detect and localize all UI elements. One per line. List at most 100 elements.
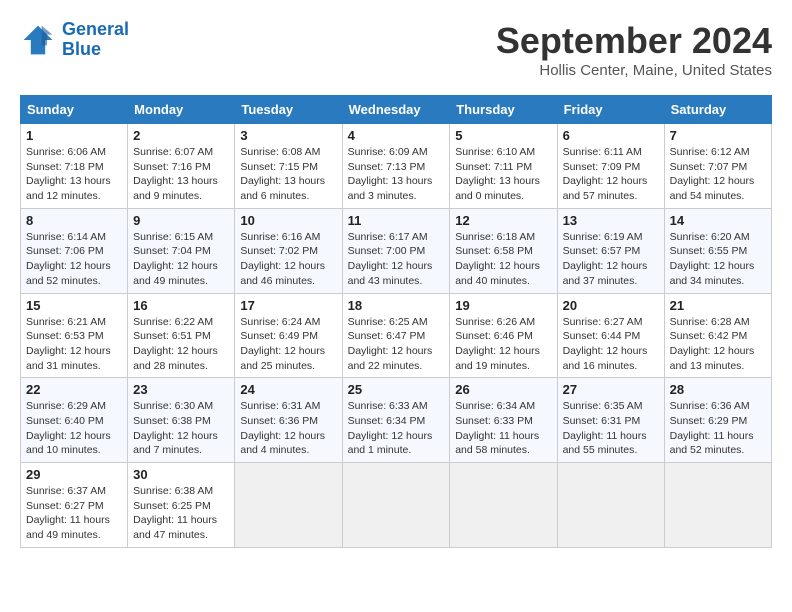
day-info: Sunrise: 6:25 AM Sunset: 6:47 PM Dayligh… (348, 315, 445, 374)
calendar-cell: 2Sunrise: 6:07 AM Sunset: 7:16 PM Daylig… (128, 124, 235, 209)
day-info: Sunrise: 6:31 AM Sunset: 6:36 PM Dayligh… (240, 399, 336, 458)
day-number: 20 (563, 298, 659, 313)
calendar-cell: 22 Sunrise: 6:29 AM Sunset: 6:40 PM Dayli… (21, 378, 128, 463)
weekday-header-cell: Saturday (664, 96, 771, 124)
logo: General Blue (20, 20, 129, 60)
day-info: Sunrise: 6:19 AM Sunset: 6:57 PM Dayligh… (563, 230, 659, 289)
day-info: Sunrise: 6:14 AM Sunset: 7:06 PM Dayligh… (26, 230, 122, 289)
calendar-week-row: 29 Sunrise: 6:37 AM Sunset: 6:27 PM Dayli… (21, 463, 772, 548)
day-number: 24 (240, 382, 336, 397)
calendar-cell: 17 Sunrise: 6:24 AM Sunset: 6:49 PM Dayli… (235, 293, 342, 378)
day-number: 28 (670, 382, 766, 397)
day-info: Sunrise: 6:38 AM Sunset: 6:25 PM Dayligh… (133, 484, 229, 543)
day-number: 8 (26, 213, 122, 228)
weekday-header-cell: Sunday (21, 96, 128, 124)
calendar-cell: 7Sunrise: 6:12 AM Sunset: 7:07 PM Daylig… (664, 124, 771, 209)
day-number: 10 (240, 213, 336, 228)
day-info: Sunrise: 6:35 AM Sunset: 6:31 PM Dayligh… (563, 399, 659, 458)
day-number: 29 (26, 467, 122, 482)
day-info: Sunrise: 6:34 AM Sunset: 6:33 PM Dayligh… (455, 399, 551, 458)
logo-icon (20, 22, 56, 58)
calendar-cell: 4 Sunrise: 6:09 AM Sunset: 7:13 PM Daylig… (342, 124, 450, 209)
calendar-cell: 24 Sunrise: 6:31 AM Sunset: 6:36 PM Dayli… (235, 378, 342, 463)
day-info: Sunrise: 6:26 AM Sunset: 6:46 PM Dayligh… (455, 315, 551, 374)
weekday-header-cell: Wednesday (342, 96, 450, 124)
day-number: 3 (240, 128, 336, 143)
logo-text: General Blue (62, 20, 129, 60)
month-title: September 2024 (496, 20, 772, 62)
day-number: 25 (348, 382, 445, 397)
day-info: Sunrise: 6:27 AM Sunset: 6:44 PM Dayligh… (563, 315, 659, 374)
day-number: 5 (455, 128, 551, 143)
calendar-cell: 28 Sunrise: 6:36 AM Sunset: 6:29 PM Dayli… (664, 378, 771, 463)
calendar-cell: 15Sunrise: 6:21 AM Sunset: 6:53 PM Dayli… (21, 293, 128, 378)
day-number: 30 (133, 467, 229, 482)
day-info: Sunrise: 6:16 AM Sunset: 7:02 PM Dayligh… (240, 230, 336, 289)
calendar-cell: 3 Sunrise: 6:08 AM Sunset: 7:15 PM Daylig… (235, 124, 342, 209)
day-number: 2 (133, 128, 229, 143)
day-info: Sunrise: 6:08 AM Sunset: 7:15 PM Dayligh… (240, 145, 336, 204)
day-info: Sunrise: 6:18 AM Sunset: 6:58 PM Dayligh… (455, 230, 551, 289)
calendar-cell: 9 Sunrise: 6:15 AM Sunset: 7:04 PM Daylig… (128, 208, 235, 293)
calendar-week-row: 1 Sunrise: 6:06 AM Sunset: 7:18 PM Daylig… (21, 124, 772, 209)
day-info: Sunrise: 6:21 AM Sunset: 6:53 PM Dayligh… (26, 315, 122, 374)
calendar-cell (557, 463, 664, 548)
calendar-cell: 11Sunrise: 6:17 AM Sunset: 7:00 PM Dayli… (342, 208, 450, 293)
weekday-header-cell: Tuesday (235, 96, 342, 124)
calendar-cell: 6Sunrise: 6:11 AM Sunset: 7:09 PM Daylig… (557, 124, 664, 209)
day-info: Sunrise: 6:28 AM Sunset: 6:42 PM Dayligh… (670, 315, 766, 374)
logo-line2: Blue (62, 39, 101, 59)
day-info: Sunrise: 6:06 AM Sunset: 7:18 PM Dayligh… (26, 145, 122, 204)
calendar-cell: 27Sunrise: 6:35 AM Sunset: 6:31 PM Dayli… (557, 378, 664, 463)
day-info: Sunrise: 6:11 AM Sunset: 7:09 PM Dayligh… (563, 145, 659, 204)
calendar-cell: 1 Sunrise: 6:06 AM Sunset: 7:18 PM Daylig… (21, 124, 128, 209)
location-subtitle: Hollis Center, Maine, United States (496, 62, 772, 79)
calendar-cell: 29 Sunrise: 6:37 AM Sunset: 6:27 PM Dayli… (21, 463, 128, 548)
calendar-cell: 19 Sunrise: 6:26 AM Sunset: 6:46 PM Dayli… (450, 293, 557, 378)
day-number: 22 (26, 382, 122, 397)
calendar-cell: 16Sunrise: 6:22 AM Sunset: 6:51 PM Dayli… (128, 293, 235, 378)
day-info: Sunrise: 6:24 AM Sunset: 6:49 PM Dayligh… (240, 315, 336, 374)
day-number: 23 (133, 382, 229, 397)
day-info: Sunrise: 6:36 AM Sunset: 6:29 PM Dayligh… (670, 399, 766, 458)
calendar-cell: 23 Sunrise: 6:30 AM Sunset: 6:38 PM Dayli… (128, 378, 235, 463)
day-number: 7 (670, 128, 766, 143)
day-number: 19 (455, 298, 551, 313)
day-number: 26 (455, 382, 551, 397)
day-number: 18 (348, 298, 445, 313)
calendar-cell: 13Sunrise: 6:19 AM Sunset: 6:57 PM Dayli… (557, 208, 664, 293)
calendar-cell (664, 463, 771, 548)
calendar-cell: 8 Sunrise: 6:14 AM Sunset: 7:06 PM Daylig… (21, 208, 128, 293)
calendar-cell (450, 463, 557, 548)
day-info: Sunrise: 6:17 AM Sunset: 7:00 PM Dayligh… (348, 230, 445, 289)
day-number: 1 (26, 128, 122, 143)
title-block: September 2024 Hollis Center, Maine, Uni… (496, 20, 772, 79)
calendar-cell (235, 463, 342, 548)
calendar-cell: 10 Sunrise: 6:16 AM Sunset: 7:02 PM Dayli… (235, 208, 342, 293)
calendar-cell: 21 Sunrise: 6:28 AM Sunset: 6:42 PM Dayli… (664, 293, 771, 378)
day-info: Sunrise: 6:15 AM Sunset: 7:04 PM Dayligh… (133, 230, 229, 289)
weekday-header-cell: Friday (557, 96, 664, 124)
day-info: Sunrise: 6:30 AM Sunset: 6:38 PM Dayligh… (133, 399, 229, 458)
day-number: 9 (133, 213, 229, 228)
calendar-week-row: 15Sunrise: 6:21 AM Sunset: 6:53 PM Dayli… (21, 293, 772, 378)
calendar-cell: 18 Sunrise: 6:25 AM Sunset: 6:47 PM Dayli… (342, 293, 450, 378)
calendar-cell: 26 Sunrise: 6:34 AM Sunset: 6:33 PM Dayli… (450, 378, 557, 463)
calendar-cell: 12 Sunrise: 6:18 AM Sunset: 6:58 PM Dayli… (450, 208, 557, 293)
day-info: Sunrise: 6:29 AM Sunset: 6:40 PM Dayligh… (26, 399, 122, 458)
calendar-cell: 14Sunrise: 6:20 AM Sunset: 6:55 PM Dayli… (664, 208, 771, 293)
calendar-cell: 20 Sunrise: 6:27 AM Sunset: 6:44 PM Dayli… (557, 293, 664, 378)
day-number: 4 (348, 128, 445, 143)
day-number: 12 (455, 213, 551, 228)
day-info: Sunrise: 6:33 AM Sunset: 6:34 PM Dayligh… (348, 399, 445, 458)
day-number: 17 (240, 298, 336, 313)
calendar-cell: 30 Sunrise: 6:38 AM Sunset: 6:25 PM Dayli… (128, 463, 235, 548)
calendar-cell: 5Sunrise: 6:10 AM Sunset: 7:11 PM Daylig… (450, 124, 557, 209)
day-info: Sunrise: 6:37 AM Sunset: 6:27 PM Dayligh… (26, 484, 122, 543)
calendar-week-row: 8 Sunrise: 6:14 AM Sunset: 7:06 PM Daylig… (21, 208, 772, 293)
day-info: Sunrise: 6:20 AM Sunset: 6:55 PM Dayligh… (670, 230, 766, 289)
day-number: 21 (670, 298, 766, 313)
calendar-body: 1 Sunrise: 6:06 AM Sunset: 7:18 PM Daylig… (21, 124, 772, 548)
day-info: Sunrise: 6:09 AM Sunset: 7:13 PM Dayligh… (348, 145, 445, 204)
weekday-header-cell: Monday (128, 96, 235, 124)
